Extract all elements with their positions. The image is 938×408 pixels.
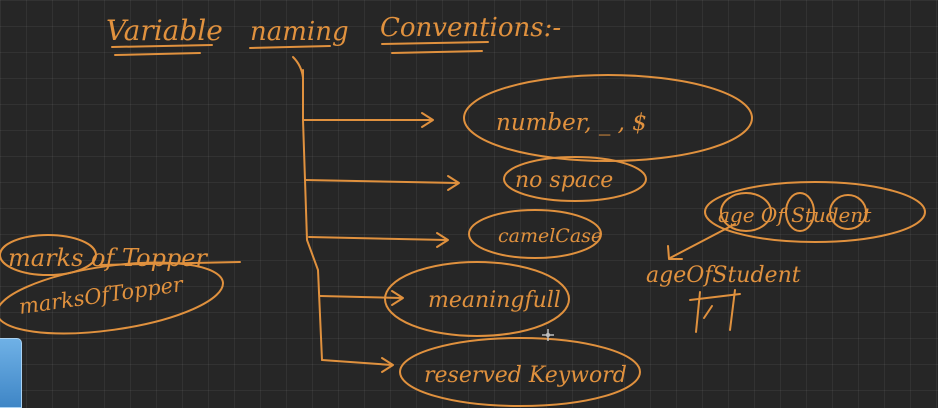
right-example-stroke-4	[703, 305, 713, 319]
branch-2	[304, 179, 459, 184]
left-example: marks of Topper marksOfTopper	[0, 234, 241, 335]
title-word-naming: naming	[250, 17, 349, 47]
branch-3	[308, 236, 448, 241]
trunk-line	[302, 69, 323, 361]
right-example-spaced: age Of Student	[718, 203, 872, 227]
title-underline-variable-2	[114, 52, 201, 56]
title-word-variable: Variable	[106, 14, 223, 47]
rule-label-5: reserved Keyword	[424, 363, 627, 388]
branch-4	[319, 295, 403, 299]
rule-label-2: no space	[515, 168, 613, 193]
rule-label-4: meaningfull	[428, 288, 561, 313]
whiteboard-canvas[interactable]: Variable naming Conventions:- number, _ …	[0, 0, 938, 408]
trunk-top-curve	[292, 56, 304, 79]
handwritten-diagram: Variable naming Conventions:- number, _ …	[0, 13, 926, 407]
right-example: age Of Student ageOfStudent	[646, 181, 926, 333]
title-word-conventions: Conventions:-	[380, 13, 561, 43]
title-underline-conventions-2	[391, 50, 483, 54]
left-example-spaced: marks of Topper	[8, 244, 209, 272]
right-example-stroke-2	[689, 293, 741, 301]
right-example-arrow-line	[669, 223, 736, 259]
rule-label-3: camelCase	[498, 225, 602, 247]
corner-panel-tab[interactable]	[0, 338, 22, 408]
left-example-camel: marksOfTopper	[17, 272, 186, 319]
rule-label-1: number, _ , $	[496, 110, 647, 136]
right-example-camel: ageOfStudent	[646, 263, 801, 288]
tree-connectors	[292, 56, 460, 373]
title: Variable naming Conventions:-	[106, 13, 561, 56]
branch-5	[321, 359, 393, 366]
